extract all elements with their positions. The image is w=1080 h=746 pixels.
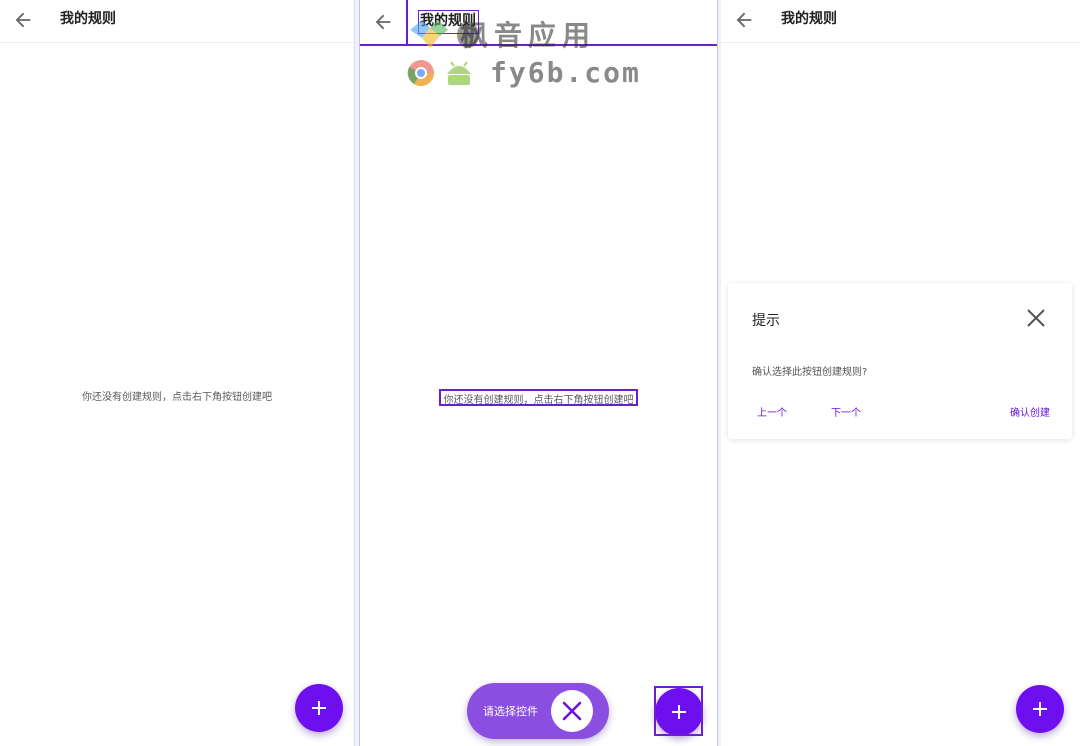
rules-screen-empty: 我的规则 你还没有创建规则，点击右下角按钮创建吧 [0, 0, 355, 746]
close-icon[interactable] [1026, 308, 1046, 328]
pick-control-label: 请选择控件 [483, 705, 538, 718]
watermark-logo-icon [410, 20, 448, 48]
app-bar: 我的规则 [721, 0, 1080, 43]
app-bar: 我的规则 [0, 0, 354, 43]
cancel-pick-button[interactable] [551, 690, 593, 732]
plus-icon [1033, 702, 1047, 716]
pick-control-bar[interactable]: 请选择控件 [467, 683, 609, 739]
confirm-dialog: 提示 确认选择此按钮创建规则? 上一个 下一个 确认创建 [728, 283, 1072, 439]
close-icon [562, 701, 582, 721]
page-title: 我的规则 [60, 11, 116, 27]
watermark-url: fy6b.com [490, 56, 641, 89]
dialog-message: 确认选择此按钮创建规则? [752, 367, 868, 378]
back-arrow-icon[interactable] [12, 9, 34, 31]
next-button[interactable]: 下一个 [831, 404, 861, 419]
dialog-title: 提示 [752, 313, 780, 329]
android-icon [447, 61, 471, 85]
page-title: 我的规则 [781, 11, 837, 27]
previous-button[interactable]: 上一个 [757, 404, 787, 419]
chrome-icon [407, 60, 435, 87]
rules-screen-picking: 我的规则 你还没有创建规则，点击右下角按钮创建吧 请选择控件 [359, 0, 718, 746]
back-arrow-icon[interactable] [733, 9, 755, 31]
highlight-box [439, 389, 638, 406]
add-rule-button[interactable] [1016, 685, 1064, 733]
empty-state-text: 你还没有创建规则，点击右下角按钮创建吧 [82, 392, 272, 403]
watermark-text: 枫音应用 [460, 19, 597, 52]
confirm-create-button[interactable]: 确认创建 [1010, 404, 1050, 419]
plus-icon [312, 701, 326, 715]
rules-screen-confirm: 我的规则 提示 确认选择此按钮创建规则? 上一个 下一个 确认创建 [721, 0, 1080, 746]
add-rule-button[interactable] [295, 684, 343, 732]
highlight-box [654, 686, 703, 736]
back-arrow-icon[interactable] [372, 11, 394, 33]
